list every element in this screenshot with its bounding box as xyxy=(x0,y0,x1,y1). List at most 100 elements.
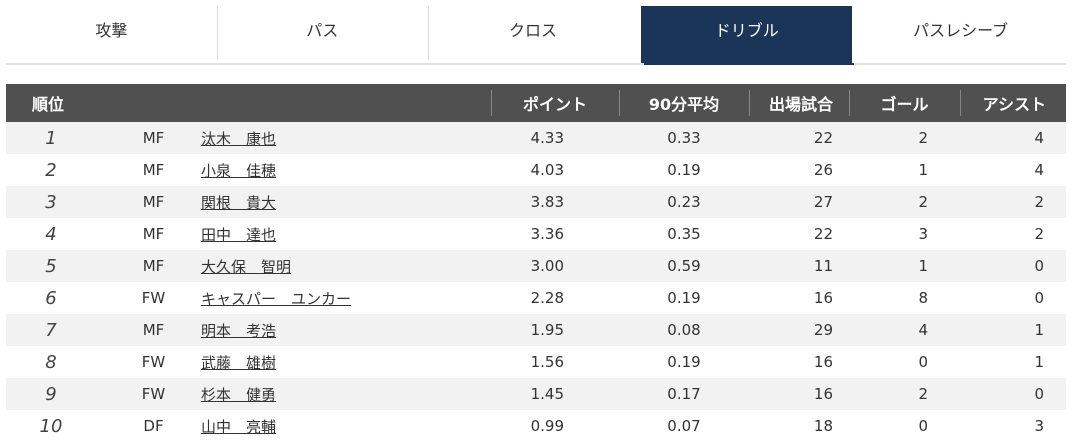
header-points: ポイント xyxy=(491,84,619,122)
player-name-cell: 明本 考浩 xyxy=(201,314,491,346)
games-cell: 16 xyxy=(813,353,833,371)
position-cell: MF xyxy=(142,193,165,211)
points-cell: 4.03 xyxy=(530,161,564,179)
table-body: 1 MF 汰木 康也 4.33 0.33 22 2 4 2 MF 小泉 佳穂 4.03 0.19 26 1 4… xyxy=(6,122,1066,442)
points-cell: 1.95 xyxy=(530,321,564,339)
points-cell: 3.83 xyxy=(530,193,564,211)
assists-cell: 0 xyxy=(1034,385,1044,403)
points-cell: 3.36 xyxy=(530,225,564,243)
table-row: 5 MF 大久保 智明 3.00 0.59 11 1 0 xyxy=(6,250,1066,282)
tab-label: ドリブル xyxy=(714,21,779,40)
games-cell: 18 xyxy=(813,417,833,435)
goals-cell: 4 xyxy=(918,321,928,339)
tab-pass-receive[interactable]: パスレシーブ xyxy=(855,6,1066,64)
player-link[interactable]: 田中 達也 xyxy=(201,224,276,245)
header-rank: 順位 xyxy=(32,95,65,114)
rank-cell: 5 xyxy=(45,255,57,277)
table-row: 9 FW 杉本 健勇 1.45 0.17 16 2 0 xyxy=(6,378,1066,410)
player-link[interactable]: 大久保 智明 xyxy=(201,256,291,277)
tab-label: クロス xyxy=(508,21,557,40)
player-link[interactable]: 汰木 康也 xyxy=(201,128,276,149)
table-row: 3 MF 関根 貴大 3.83 0.23 27 2 2 xyxy=(6,186,1066,218)
rank-cell: 3 xyxy=(45,191,57,213)
tab-label: パス xyxy=(306,21,339,40)
games-cell: 22 xyxy=(813,225,833,243)
position-cell: MF xyxy=(142,129,165,147)
goals-cell: 2 xyxy=(918,193,928,211)
goals-cell: 3 xyxy=(918,225,928,243)
table-row: 7 MF 明本 考浩 1.95 0.08 29 4 1 xyxy=(6,314,1066,346)
position-cell: MF xyxy=(142,257,165,275)
per90-cell: 0.19 xyxy=(667,289,701,307)
rank-cell: 9 xyxy=(45,383,57,405)
per90-cell: 0.08 xyxy=(667,321,701,339)
rank-cell: 6 xyxy=(45,287,57,309)
assists-cell: 3 xyxy=(1034,417,1044,435)
rank-cell: 1 xyxy=(45,127,57,149)
goals-cell: 1 xyxy=(918,161,928,179)
assists-cell: 0 xyxy=(1034,257,1044,275)
per90-cell: 0.19 xyxy=(667,353,701,371)
player-link[interactable]: 明本 考浩 xyxy=(201,320,276,341)
player-name-cell: 山中 亮輔 xyxy=(201,410,491,442)
tab-cross[interactable]: クロス xyxy=(427,6,639,64)
player-link[interactable]: 関根 貴大 xyxy=(201,192,276,213)
position-cell: FW xyxy=(141,289,166,307)
table-row: 6 FW キャスパー ユンカー 2.28 0.19 16 8 0 xyxy=(6,282,1066,314)
position-cell: FW xyxy=(141,385,166,403)
points-cell: 2.28 xyxy=(530,289,564,307)
player-link[interactable]: キャスパー ユンカー xyxy=(201,288,351,309)
active-tab-indicator xyxy=(644,63,854,65)
tab-label: パスレシーブ xyxy=(913,21,1009,40)
games-cell: 26 xyxy=(813,161,833,179)
tab-attack[interactable]: 攻撃 xyxy=(6,6,217,64)
ranking-table: 順位 ポイント 90分平均 出場試合 ゴール アシスト 1 MF 汰木 康也 4.33… xyxy=(6,84,1066,442)
assists-cell: 2 xyxy=(1034,225,1044,243)
table-row: 4 MF 田中 達也 3.36 0.35 22 3 2 xyxy=(6,218,1066,250)
player-link[interactable]: 杉本 健勇 xyxy=(201,384,276,405)
points-cell: 1.45 xyxy=(530,385,564,403)
player-link[interactable]: 小泉 佳穂 xyxy=(201,160,276,181)
table-header: 順位 ポイント 90分平均 出場試合 ゴール アシスト xyxy=(6,84,1066,122)
games-cell: 22 xyxy=(813,129,833,147)
position-cell: FW xyxy=(141,353,166,371)
points-cell: 0.99 xyxy=(530,417,564,435)
player-link[interactable]: 武藤 雄樹 xyxy=(201,352,276,373)
per90-cell: 0.19 xyxy=(667,161,701,179)
table-row: 2 MF 小泉 佳穂 4.03 0.19 26 1 4 xyxy=(6,154,1066,186)
goals-cell: 0 xyxy=(918,417,928,435)
table-row: 8 FW 武藤 雄樹 1.56 0.19 16 0 1 xyxy=(6,346,1066,378)
goals-cell: 2 xyxy=(918,129,928,147)
player-name-cell: 小泉 佳穂 xyxy=(201,154,491,186)
player-name-cell: 大久保 智明 xyxy=(201,250,491,282)
player-name-cell: キャスパー ユンカー xyxy=(201,282,491,314)
assists-cell: 0 xyxy=(1034,289,1044,307)
position-cell: MF xyxy=(142,225,165,243)
tab-dribble[interactable]: ドリブル xyxy=(641,6,853,64)
rank-cell: 10 xyxy=(39,415,63,437)
assists-cell: 4 xyxy=(1034,161,1044,179)
goals-cell: 1 xyxy=(918,257,928,275)
position-cell: MF xyxy=(142,321,165,339)
player-name-cell: 関根 貴大 xyxy=(201,186,491,218)
games-cell: 11 xyxy=(813,257,833,275)
points-cell: 4.33 xyxy=(530,129,564,147)
rank-cell: 4 xyxy=(45,223,57,245)
games-cell: 29 xyxy=(813,321,833,339)
position-cell: DF xyxy=(143,417,164,435)
per90-cell: 0.59 xyxy=(667,257,701,275)
games-cell: 16 xyxy=(813,289,833,307)
games-cell: 27 xyxy=(813,193,833,211)
tabs-divider xyxy=(6,63,1066,65)
assists-cell: 2 xyxy=(1034,193,1044,211)
per90-cell: 0.33 xyxy=(667,129,701,147)
goals-cell: 0 xyxy=(918,353,928,371)
tab-pass[interactable]: パス xyxy=(216,6,428,64)
assists-cell: 1 xyxy=(1034,321,1044,339)
table-row: 1 MF 汰木 康也 4.33 0.33 22 2 4 xyxy=(6,122,1066,154)
player-link[interactable]: 山中 亮輔 xyxy=(201,416,276,437)
rank-cell: 2 xyxy=(45,159,57,181)
points-cell: 1.56 xyxy=(530,353,564,371)
player-name-cell: 杉本 健勇 xyxy=(201,378,491,410)
player-name-cell: 田中 達也 xyxy=(201,218,491,250)
